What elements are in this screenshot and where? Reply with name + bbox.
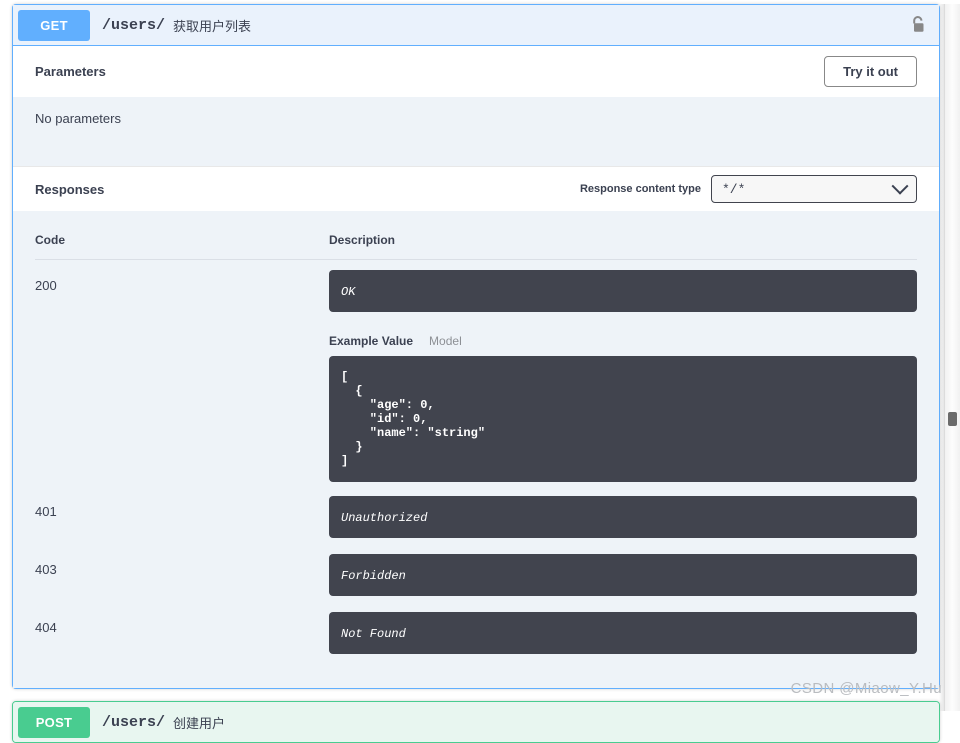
response-code: 200 bbox=[35, 278, 57, 293]
opblock-get-users: GET /users/ 获取用户列表 Parameters Try it out… bbox=[12, 4, 940, 689]
no-parameters-text: No parameters bbox=[35, 111, 121, 126]
authorization-lock-button[interactable] bbox=[909, 15, 931, 35]
response-description-text: Not Found bbox=[341, 627, 406, 641]
table-row: 200 OK Example Value Model [ { "age": 0, bbox=[35, 260, 917, 487]
response-code: 403 bbox=[35, 562, 57, 577]
operation-summary: 获取用户列表 bbox=[173, 18, 252, 34]
opblock-summary-get[interactable]: GET /users/ 获取用户列表 bbox=[13, 5, 939, 46]
column-header-description: Description bbox=[329, 211, 917, 260]
http-method-badge-post: POST bbox=[18, 706, 90, 738]
response-description-box: Not Found bbox=[329, 612, 917, 654]
response-description-box: OK bbox=[329, 270, 917, 312]
parameters-header: Parameters Try it out bbox=[13, 46, 939, 97]
unlock-icon bbox=[913, 16, 924, 32]
operation-path: /users/ bbox=[102, 16, 166, 34]
operation-summary: 创建用户 bbox=[173, 715, 226, 731]
parameters-title: Parameters bbox=[35, 64, 106, 79]
response-description-cell: Not Found bbox=[329, 602, 917, 660]
response-description-cell: Forbidden bbox=[329, 544, 917, 602]
vertical-scrollbar[interactable] bbox=[944, 4, 960, 711]
column-header-code: Code bbox=[35, 211, 329, 260]
responses-header: Responses Response content type */* bbox=[13, 166, 939, 211]
try-it-out-button[interactable]: Try it out bbox=[824, 56, 917, 87]
swagger-ui-page: GET /users/ 获取用户列表 Parameters Try it out… bbox=[0, 4, 960, 743]
responses-body: Code Description 200 OK Example Value Mo… bbox=[13, 211, 939, 688]
example-tabs: Example Value Model bbox=[329, 334, 917, 348]
operation-path: /users/ bbox=[102, 713, 166, 731]
example-value-code-block[interactable]: [ { "age": 0, "id": 0, "name": "string" … bbox=[329, 356, 917, 482]
response-description-text: Forbidden bbox=[341, 569, 406, 583]
scrollbar-thumb[interactable] bbox=[948, 412, 957, 426]
responses-title: Responses bbox=[35, 181, 105, 197]
tab-example-value[interactable]: Example Value bbox=[329, 334, 413, 348]
tab-model[interactable]: Model bbox=[429, 334, 462, 348]
response-code: 404 bbox=[35, 620, 57, 635]
response-description-box: Unauthorized bbox=[329, 496, 917, 538]
response-content-type-value: */* bbox=[722, 181, 746, 197]
response-code: 401 bbox=[35, 504, 57, 519]
response-description-cell: OK Example Value Model [ { "age": 0, "id… bbox=[329, 260, 917, 487]
http-method-badge-get: GET bbox=[18, 9, 90, 41]
response-description-text: OK bbox=[341, 285, 356, 299]
response-description-text: Unauthorized bbox=[341, 511, 428, 525]
parameters-body: No parameters bbox=[13, 97, 939, 166]
opblock-summary-post[interactable]: POST /users/ 创建用户 bbox=[13, 702, 939, 742]
response-content-type-label: Response content type bbox=[579, 183, 701, 195]
responses-table: Code Description 200 OK Example Value Mo… bbox=[35, 211, 917, 660]
response-description-box: Forbidden bbox=[329, 554, 917, 596]
example-value-json: [ { "age": 0, "id": 0, "name": "string" … bbox=[341, 370, 486, 468]
table-row: 401 Unauthorized bbox=[35, 486, 917, 544]
table-row: 404 Not Found bbox=[35, 602, 917, 660]
opblock-post-users: POST /users/ 创建用户 bbox=[12, 701, 940, 743]
response-description-cell: Unauthorized bbox=[329, 486, 917, 544]
response-content-type-select[interactable]: */* bbox=[711, 175, 917, 203]
responses-table-header-row: Code Description bbox=[35, 211, 917, 260]
table-row: 403 Forbidden bbox=[35, 544, 917, 602]
chevron-down-icon bbox=[891, 177, 909, 195]
